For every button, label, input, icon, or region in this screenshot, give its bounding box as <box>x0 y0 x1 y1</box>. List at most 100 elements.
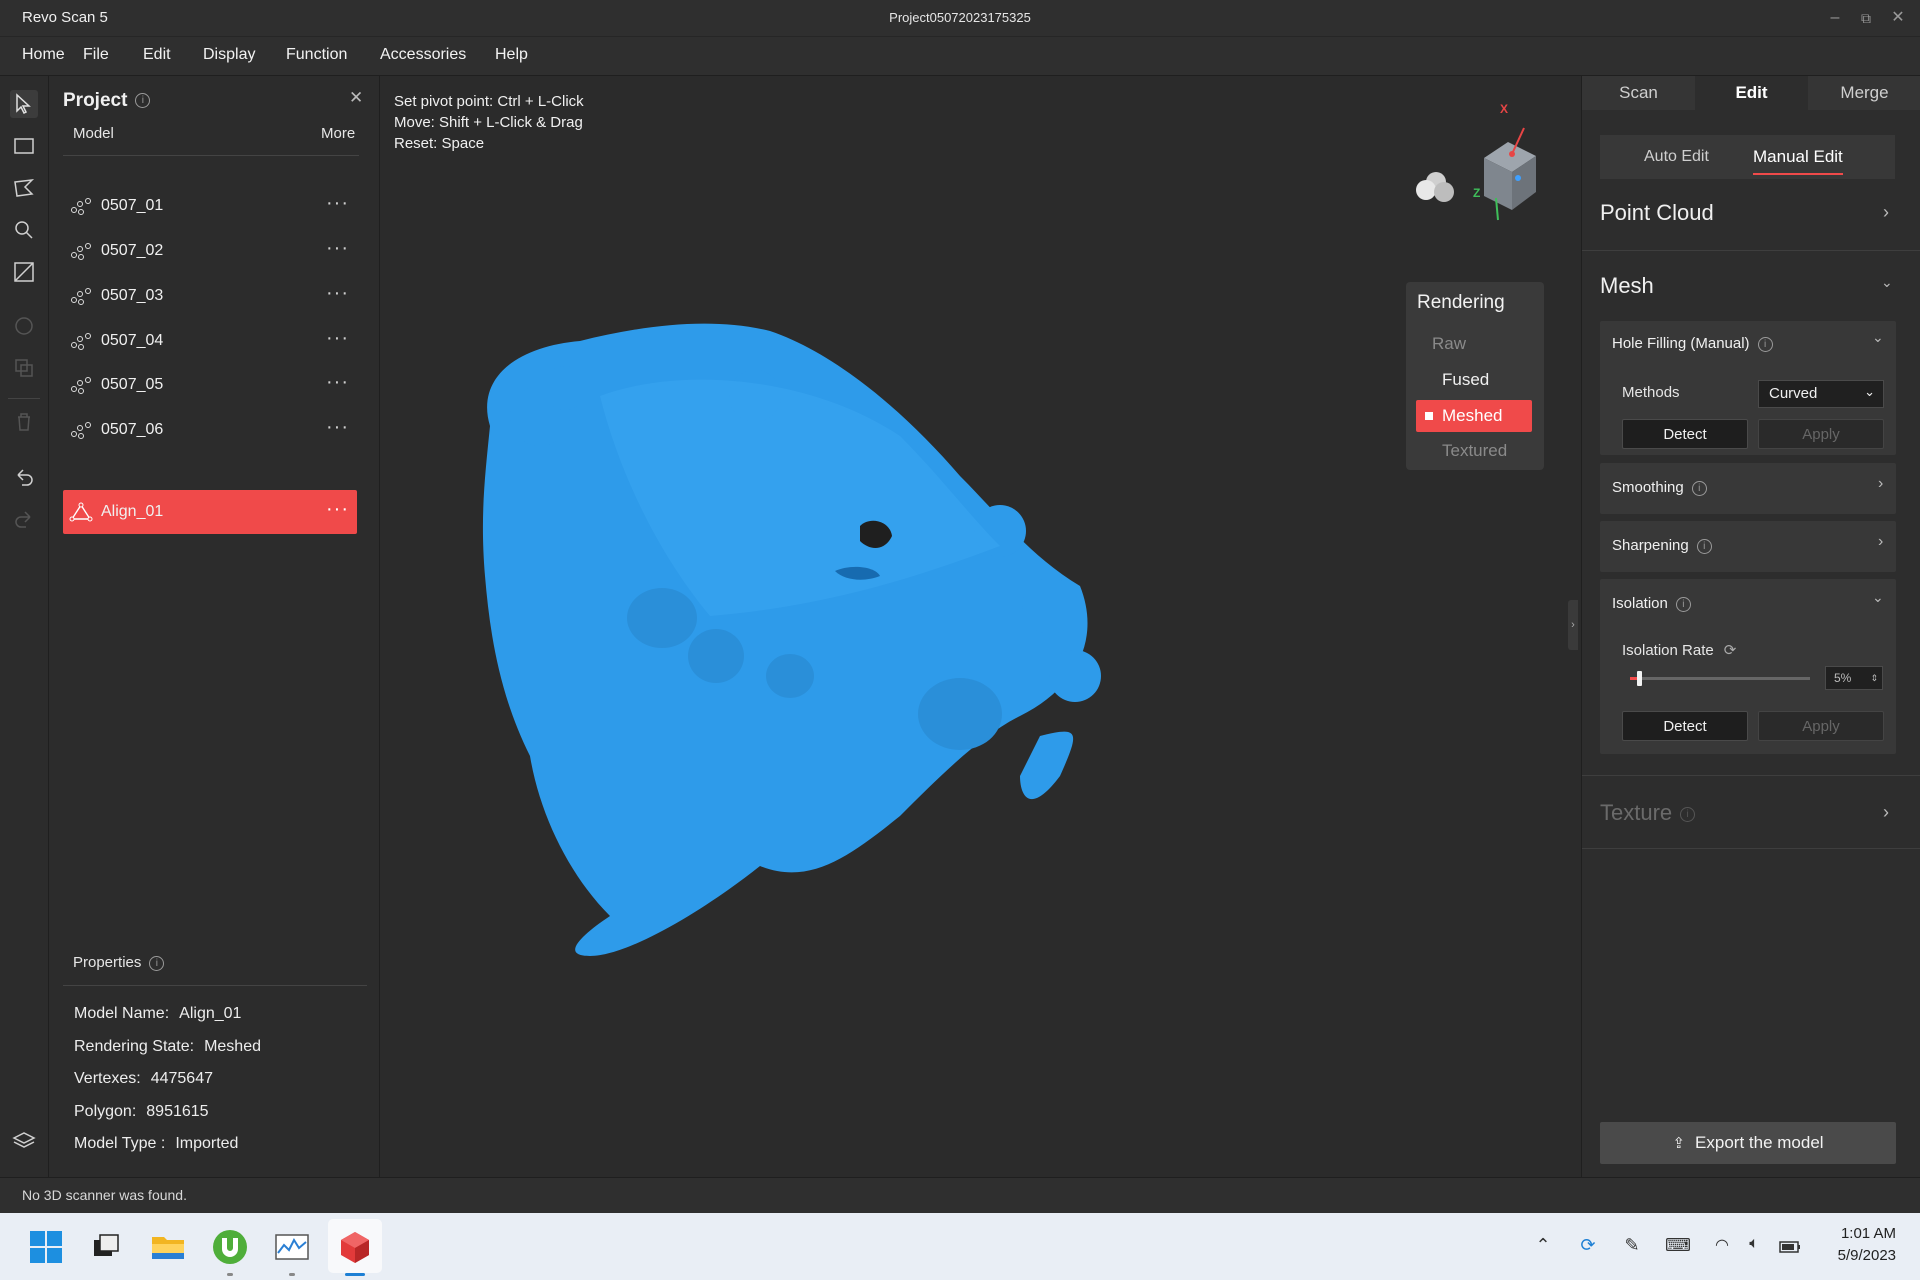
rectangle-select-icon[interactable] <box>10 132 38 160</box>
model-row-align-01[interactable]: Align_01 ··· <box>63 490 357 534</box>
select-arrow-icon[interactable] <box>10 90 38 118</box>
wifi-icon[interactable]: ◠ <box>1710 1235 1734 1259</box>
copy-icon <box>10 354 38 382</box>
info-icon[interactable]: i <box>1691 480 1707 496</box>
render-option-textured[interactable]: Textured <box>1416 435 1532 467</box>
close-button[interactable]: ✕ <box>1883 4 1913 32</box>
volume-icon[interactable]: 🔈︎ <box>1742 1235 1766 1259</box>
info-icon[interactable]: i <box>1696 538 1712 554</box>
minimize-button[interactable]: – <box>1820 4 1850 32</box>
smoothing-card[interactable]: Smoothing i › <box>1600 463 1896 514</box>
resource-monitor-icon[interactable] <box>272 1227 312 1267</box>
tab-edit[interactable]: Edit <box>1695 76 1808 110</box>
file-explorer-icon[interactable] <box>148 1227 188 1267</box>
isolation-title[interactable]: Isolation i <box>1612 595 1691 612</box>
section-mesh[interactable]: Mesh <box>1600 273 1654 299</box>
chevron-right-icon[interactable]: › <box>1878 475 1883 493</box>
isolation-detect-button[interactable]: Detect <box>1622 711 1748 741</box>
refresh-icon[interactable]: ⟳ <box>1724 642 1737 659</box>
battery-icon[interactable] <box>1778 1235 1802 1259</box>
subtab-auto-edit[interactable]: Auto Edit <box>1644 135 1709 179</box>
clock-time[interactable]: 1:01 AM <box>1841 1225 1896 1242</box>
view-orientation-cube[interactable] <box>1400 98 1540 228</box>
tab-scan[interactable]: Scan <box>1582 76 1695 110</box>
sync-icon[interactable]: ⟳ <box>1576 1235 1600 1259</box>
3d-viewport[interactable]: Set pivot point: Ctrl + L-Click Move: Sh… <box>380 76 1580 1177</box>
info-icon[interactable]: i <box>149 955 165 971</box>
more-options-icon[interactable]: ··· <box>326 282 349 305</box>
collapse-panel-handle[interactable]: › <box>1568 600 1578 650</box>
more-options-icon[interactable]: ··· <box>326 327 349 350</box>
isolation-apply-button[interactable]: Apply <box>1758 711 1884 741</box>
invert-select-icon[interactable] <box>10 258 38 286</box>
task-view-icon[interactable] <box>86 1227 126 1267</box>
utorrent-icon[interactable] <box>210 1227 250 1267</box>
running-indicator <box>227 1273 233 1276</box>
undo-icon[interactable] <box>10 464 38 492</box>
more-options-icon[interactable]: ··· <box>326 498 349 521</box>
render-option-raw[interactable]: Raw <box>1416 328 1532 360</box>
render-option-meshed[interactable]: Meshed <box>1416 400 1532 432</box>
more-options-icon[interactable]: ··· <box>326 192 349 215</box>
methods-select[interactable]: Curved ⌄ <box>1758 380 1884 408</box>
menu-display[interactable]: Display <box>203 46 255 64</box>
tab-merge[interactable]: Merge <box>1808 76 1920 110</box>
hole-filling-title[interactable]: Hole Filling (Manual) i <box>1612 335 1773 352</box>
menu-file[interactable]: File <box>83 46 109 64</box>
close-panel-icon[interactable]: ✕ <box>349 88 363 108</box>
chevron-down-icon[interactable]: ⌄ <box>1872 329 1884 346</box>
model-row-0507-05[interactable]: 0507_05 ··· <box>63 363 357 407</box>
model-row-0507-01[interactable]: 0507_01 ··· <box>63 184 357 228</box>
sharpening-card[interactable]: Sharpening i › <box>1600 521 1896 572</box>
export-model-button[interactable]: ⇪ Export the model <box>1600 1122 1896 1164</box>
windows-start-icon[interactable] <box>26 1227 66 1267</box>
chevron-right-icon[interactable]: › <box>1883 802 1889 823</box>
menu-accessories[interactable]: Accessories <box>380 46 466 64</box>
project-title-heading: Project i <box>63 90 151 112</box>
show-hidden-icons-chevron-up-icon[interactable]: ⌃ <box>1531 1235 1555 1259</box>
point-cloud-icon <box>71 198 91 215</box>
hole-apply-button[interactable]: Apply <box>1758 419 1884 449</box>
restore-button[interactable]: ⧉ <box>1851 4 1881 32</box>
menu-help[interactable]: Help <box>495 46 528 64</box>
more-options-icon[interactable]: ··· <box>326 371 349 394</box>
header-divider <box>63 155 359 156</box>
isolation-rate-slider[interactable] <box>1630 671 1810 686</box>
chevron-down-icon[interactable]: ⌄ <box>1872 589 1884 606</box>
more-options-icon[interactable]: ··· <box>326 416 349 439</box>
status-bar: No 3D scanner was found. <box>0 1177 1920 1214</box>
layers-icon[interactable] <box>10 1126 38 1154</box>
methods-label: Methods <box>1622 384 1680 401</box>
section-point-cloud[interactable]: Point Cloud <box>1600 200 1714 226</box>
menu-home[interactable]: Home <box>22 46 65 64</box>
lasso-select-icon[interactable] <box>10 174 38 202</box>
model-row-0507-06[interactable]: 0507_06 ··· <box>63 408 357 452</box>
mesh-model-render[interactable] <box>380 76 1580 1177</box>
render-option-fused[interactable]: Fused <box>1416 364 1532 396</box>
slider-thumb[interactable] <box>1637 671 1642 686</box>
menu-edit[interactable]: Edit <box>143 46 171 64</box>
model-row-0507-04[interactable]: 0507_04 ··· <box>63 319 357 363</box>
pen-icon[interactable]: ✎ <box>1620 1235 1644 1259</box>
clock-date[interactable]: 5/9/2023 <box>1838 1247 1896 1264</box>
info-icon[interactable]: i <box>1757 336 1773 352</box>
chevron-right-icon[interactable]: › <box>1883 202 1889 223</box>
keyboard-icon[interactable]: ⌨ <box>1665 1235 1691 1259</box>
more-options-icon[interactable]: ··· <box>326 237 349 260</box>
hole-detect-button[interactable]: Detect <box>1622 419 1748 449</box>
brush-select-icon[interactable] <box>10 216 38 244</box>
chevron-down-icon[interactable]: ⌄ <box>1881 274 1893 291</box>
model-row-0507-03[interactable]: 0507_03 ··· <box>63 274 357 318</box>
model-row-0507-02[interactable]: 0507_02 ··· <box>63 229 357 273</box>
info-icon[interactable]: i <box>1675 596 1691 612</box>
info-icon[interactable]: i <box>135 93 151 109</box>
isolation-rate-input[interactable]: 5% ⇕ <box>1825 666 1883 690</box>
stepper-icon[interactable]: ⇕ <box>1870 667 1878 689</box>
chevron-right-icon[interactable]: › <box>1878 533 1883 551</box>
property-value: 4475647 <box>150 1070 213 1087</box>
revo-scan-icon[interactable] <box>335 1227 375 1267</box>
subtab-manual-edit[interactable]: Manual Edit <box>1753 135 1843 179</box>
toolbar-divider <box>8 398 40 399</box>
menu-function[interactable]: Function <box>286 46 347 64</box>
property-value: Align_01 <box>179 1005 242 1022</box>
